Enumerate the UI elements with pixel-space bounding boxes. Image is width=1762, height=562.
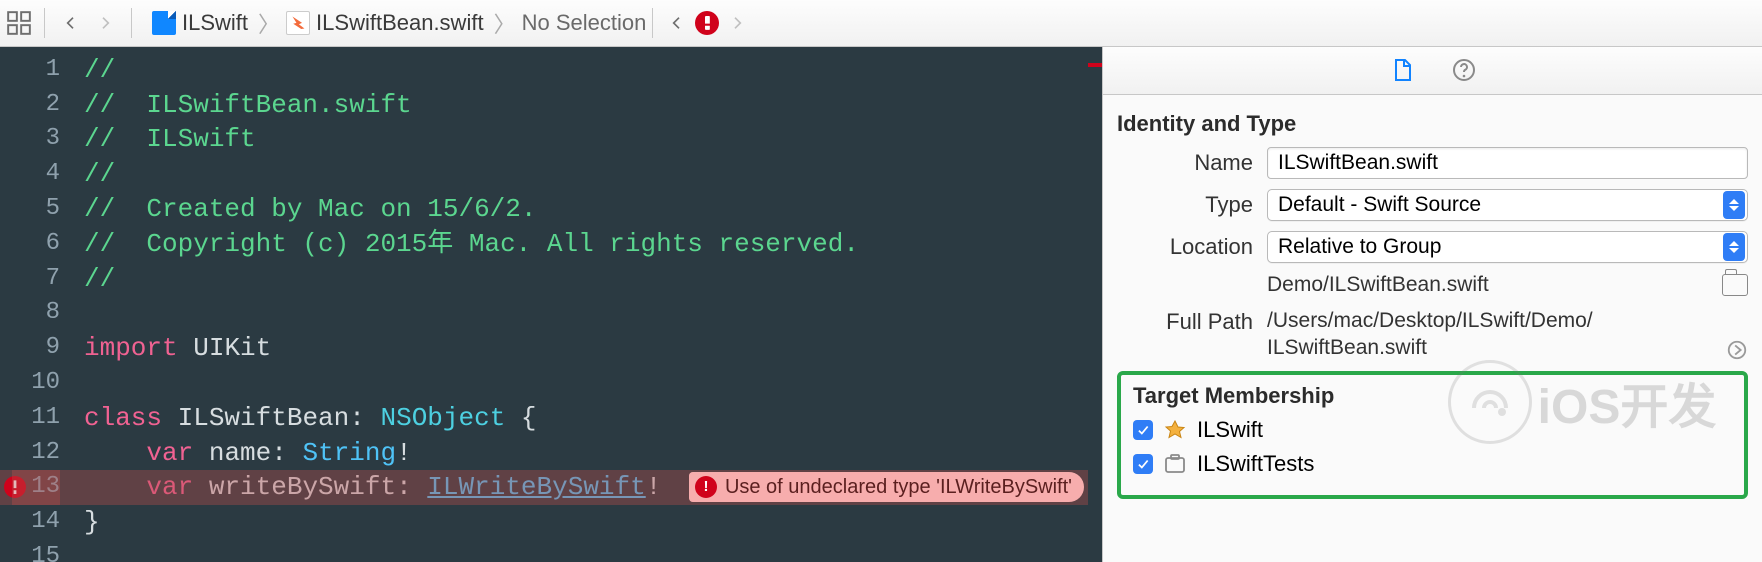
code-line[interactable]: // [84, 262, 1088, 297]
quick-help-tab[interactable] [1450, 56, 1478, 84]
app-target-icon [1163, 418, 1187, 442]
swift-file-icon [286, 11, 310, 35]
line-number: 12 [0, 436, 60, 471]
divider [131, 8, 132, 38]
breadcrumb-selection[interactable]: No Selection [522, 10, 647, 36]
divider [652, 8, 653, 38]
reveal-in-finder-icon[interactable] [1726, 339, 1748, 361]
file-type-value: Default - Swift Source [1278, 193, 1481, 217]
file-inspector: Identity and Type Name Type Default - Sw… [1102, 47, 1762, 562]
target-name: ILSwift [1197, 417, 1263, 443]
breadcrumb-file[interactable]: ILSwiftBean.swift 〉 [286, 7, 516, 39]
code-line[interactable]: class ILSwiftBean: NSObject { [84, 401, 1088, 436]
code-line[interactable]: var writeBySwift: ILWriteBySwift!!Use of… [84, 470, 1088, 505]
file-inspector-tab[interactable] [1388, 56, 1416, 84]
line-number: 1 [0, 53, 60, 88]
line-number: 11 [0, 401, 60, 436]
issue-prev-button[interactable] [663, 9, 691, 37]
target-name: ILSwiftTests [1197, 451, 1314, 477]
issue-next-button[interactable] [723, 9, 751, 37]
nav-forward-button[interactable] [91, 9, 119, 37]
line-number: 2 [0, 88, 60, 123]
choose-folder-icon[interactable] [1722, 274, 1748, 296]
targets-title: Target Membership [1133, 383, 1732, 409]
code-line[interactable]: // ILSwiftBean.swift [84, 88, 1088, 123]
test-target-icon [1163, 452, 1187, 476]
line-number: 3 [0, 122, 60, 157]
breadcrumb: ILSwift 〉 ILSwiftBean.swift 〉 No Selecti… [152, 7, 646, 39]
code-line[interactable] [84, 296, 1088, 331]
target-checkbox[interactable] [1133, 420, 1153, 440]
breadcrumb-project[interactable]: ILSwift 〉 [152, 7, 280, 39]
location-path: Demo/ILSwiftBean.swift [1267, 273, 1714, 297]
line-number: 9 [0, 331, 60, 366]
code-line[interactable] [84, 540, 1088, 562]
fullpath-value: /Users/mac/Desktop/ILSwift/Demo/ILSwiftB… [1267, 307, 1718, 362]
code-line[interactable]: // Copyright (c) 2015年 Mac. All rights r… [84, 227, 1088, 262]
line-number: 7 [0, 262, 60, 297]
code-line[interactable]: } [84, 505, 1088, 540]
editor-scrollbar[interactable] [1088, 47, 1102, 562]
code-line[interactable]: import UIKit [84, 331, 1088, 366]
line-number: 15 [0, 540, 60, 562]
file-type-select[interactable]: Default - Swift Source [1267, 189, 1748, 221]
breadcrumb-selection-label: No Selection [522, 10, 647, 36]
target-item: ILSwift [1133, 417, 1732, 443]
location-label: Location [1117, 234, 1267, 260]
code-line[interactable]: // [84, 53, 1088, 88]
code-line[interactable]: var name: String! [84, 436, 1088, 471]
target-membership-section: Target Membership ILSwift ILSwiftTests [1117, 371, 1748, 499]
inspector-tabs [1103, 47, 1762, 95]
related-items-icon[interactable] [6, 10, 32, 36]
identity-section-title: Identity and Type [1117, 111, 1748, 137]
line-number: 8 [0, 296, 60, 331]
project-icon [152, 11, 176, 35]
type-label: Type [1117, 192, 1267, 218]
breadcrumb-file-label: ILSwiftBean.swift [316, 10, 484, 36]
fullpath-label: Full Path [1117, 307, 1267, 335]
target-checkbox[interactable] [1133, 454, 1153, 474]
select-arrows-icon [1723, 191, 1745, 219]
line-number: 10 [0, 366, 60, 401]
nav-back-button[interactable] [57, 9, 85, 37]
line-number: 4 [0, 157, 60, 192]
jump-bar-left: ILSwift 〉 ILSwiftBean.swift 〉 No Selecti… [6, 7, 646, 39]
location-select[interactable]: Relative to Group [1267, 231, 1748, 263]
name-label: Name [1117, 150, 1267, 176]
divider [44, 8, 45, 38]
chevron-right-icon: 〉 [258, 7, 280, 39]
code-line[interactable]: // [84, 157, 1088, 192]
inline-error-text: Use of undeclared type 'ILWriteBySwift' [725, 474, 1072, 501]
code-line[interactable]: // Created by Mac on 15/6/2. [84, 192, 1088, 227]
location-value: Relative to Group [1278, 235, 1441, 259]
line-number: 5 [0, 192, 60, 227]
line-number: 14 [0, 505, 60, 540]
code-line[interactable]: // ILSwift [84, 122, 1088, 157]
error-icon: ! [695, 476, 717, 498]
code-editor[interactable]: 123456789101112131415 //// ILSwiftBean.s… [0, 47, 1102, 562]
error-indicator-icon[interactable] [695, 11, 719, 35]
chevron-right-icon: 〉 [494, 7, 516, 39]
line-number: 6 [0, 227, 60, 262]
select-arrows-icon [1723, 233, 1745, 261]
jump-bar: ILSwift 〉 ILSwiftBean.swift 〉 No Selecti… [0, 0, 1762, 47]
breadcrumb-project-label: ILSwift [182, 10, 248, 36]
code-area[interactable]: //// ILSwiftBean.swift// ILSwift//// Cre… [72, 47, 1088, 562]
inline-error-banner[interactable]: ! Use of undeclared type 'ILWriteBySwift' [689, 472, 1084, 502]
target-item: ILSwiftTests [1133, 451, 1732, 477]
code-line[interactable] [84, 366, 1088, 401]
file-name-input[interactable] [1267, 147, 1748, 179]
jump-bar-right [646, 8, 755, 38]
